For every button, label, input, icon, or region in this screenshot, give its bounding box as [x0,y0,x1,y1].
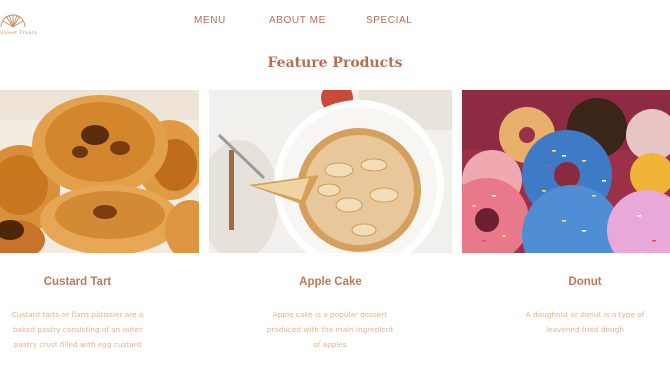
product-title-apple-cake[interactable]: Apple Cake [209,276,452,288]
desc-line: leavened fried dough [546,325,624,334]
product-desc-donut: A doughnut or donut is a type of leavene… [510,307,660,337]
nav-menu[interactable]: MENU [194,15,226,26]
desc-line: Apple cake is a popular dessert [272,310,388,319]
desc-line: baked pastry consisting of an outer [12,325,143,334]
desc-line: of apples [313,340,347,349]
nav-special[interactable]: SPECIAL [366,15,412,26]
product-title-custard-tart[interactable]: Custard Tart [0,276,155,288]
desc-line: produced with the main ingredient [266,325,394,334]
desc-line: pastry crust filled with egg custard [13,340,142,349]
product-desc-custard-tart: Custard tarts or flans pâtissier are a b… [0,307,155,352]
desc-line: Custard tarts or flans pâtissier are a [11,310,144,319]
section-title: Feature Products [267,55,403,71]
desc-line: A doughnut or donut is a type of [525,310,645,319]
nav-about-me[interactable]: ABOUT ME [269,15,326,26]
donut-image[interactable] [462,90,670,253]
brand-text: Sweet Treats [0,30,38,36]
apple-cake-image[interactable] [209,90,452,253]
product-desc-apple-cake: Apple cake is a popular dessert produced… [255,307,405,352]
custard-tart-image[interactable] [0,90,199,253]
product-title-donut[interactable]: Donut [500,276,670,288]
top-nav: MENU ABOUT ME SPECIAL [0,15,670,29]
